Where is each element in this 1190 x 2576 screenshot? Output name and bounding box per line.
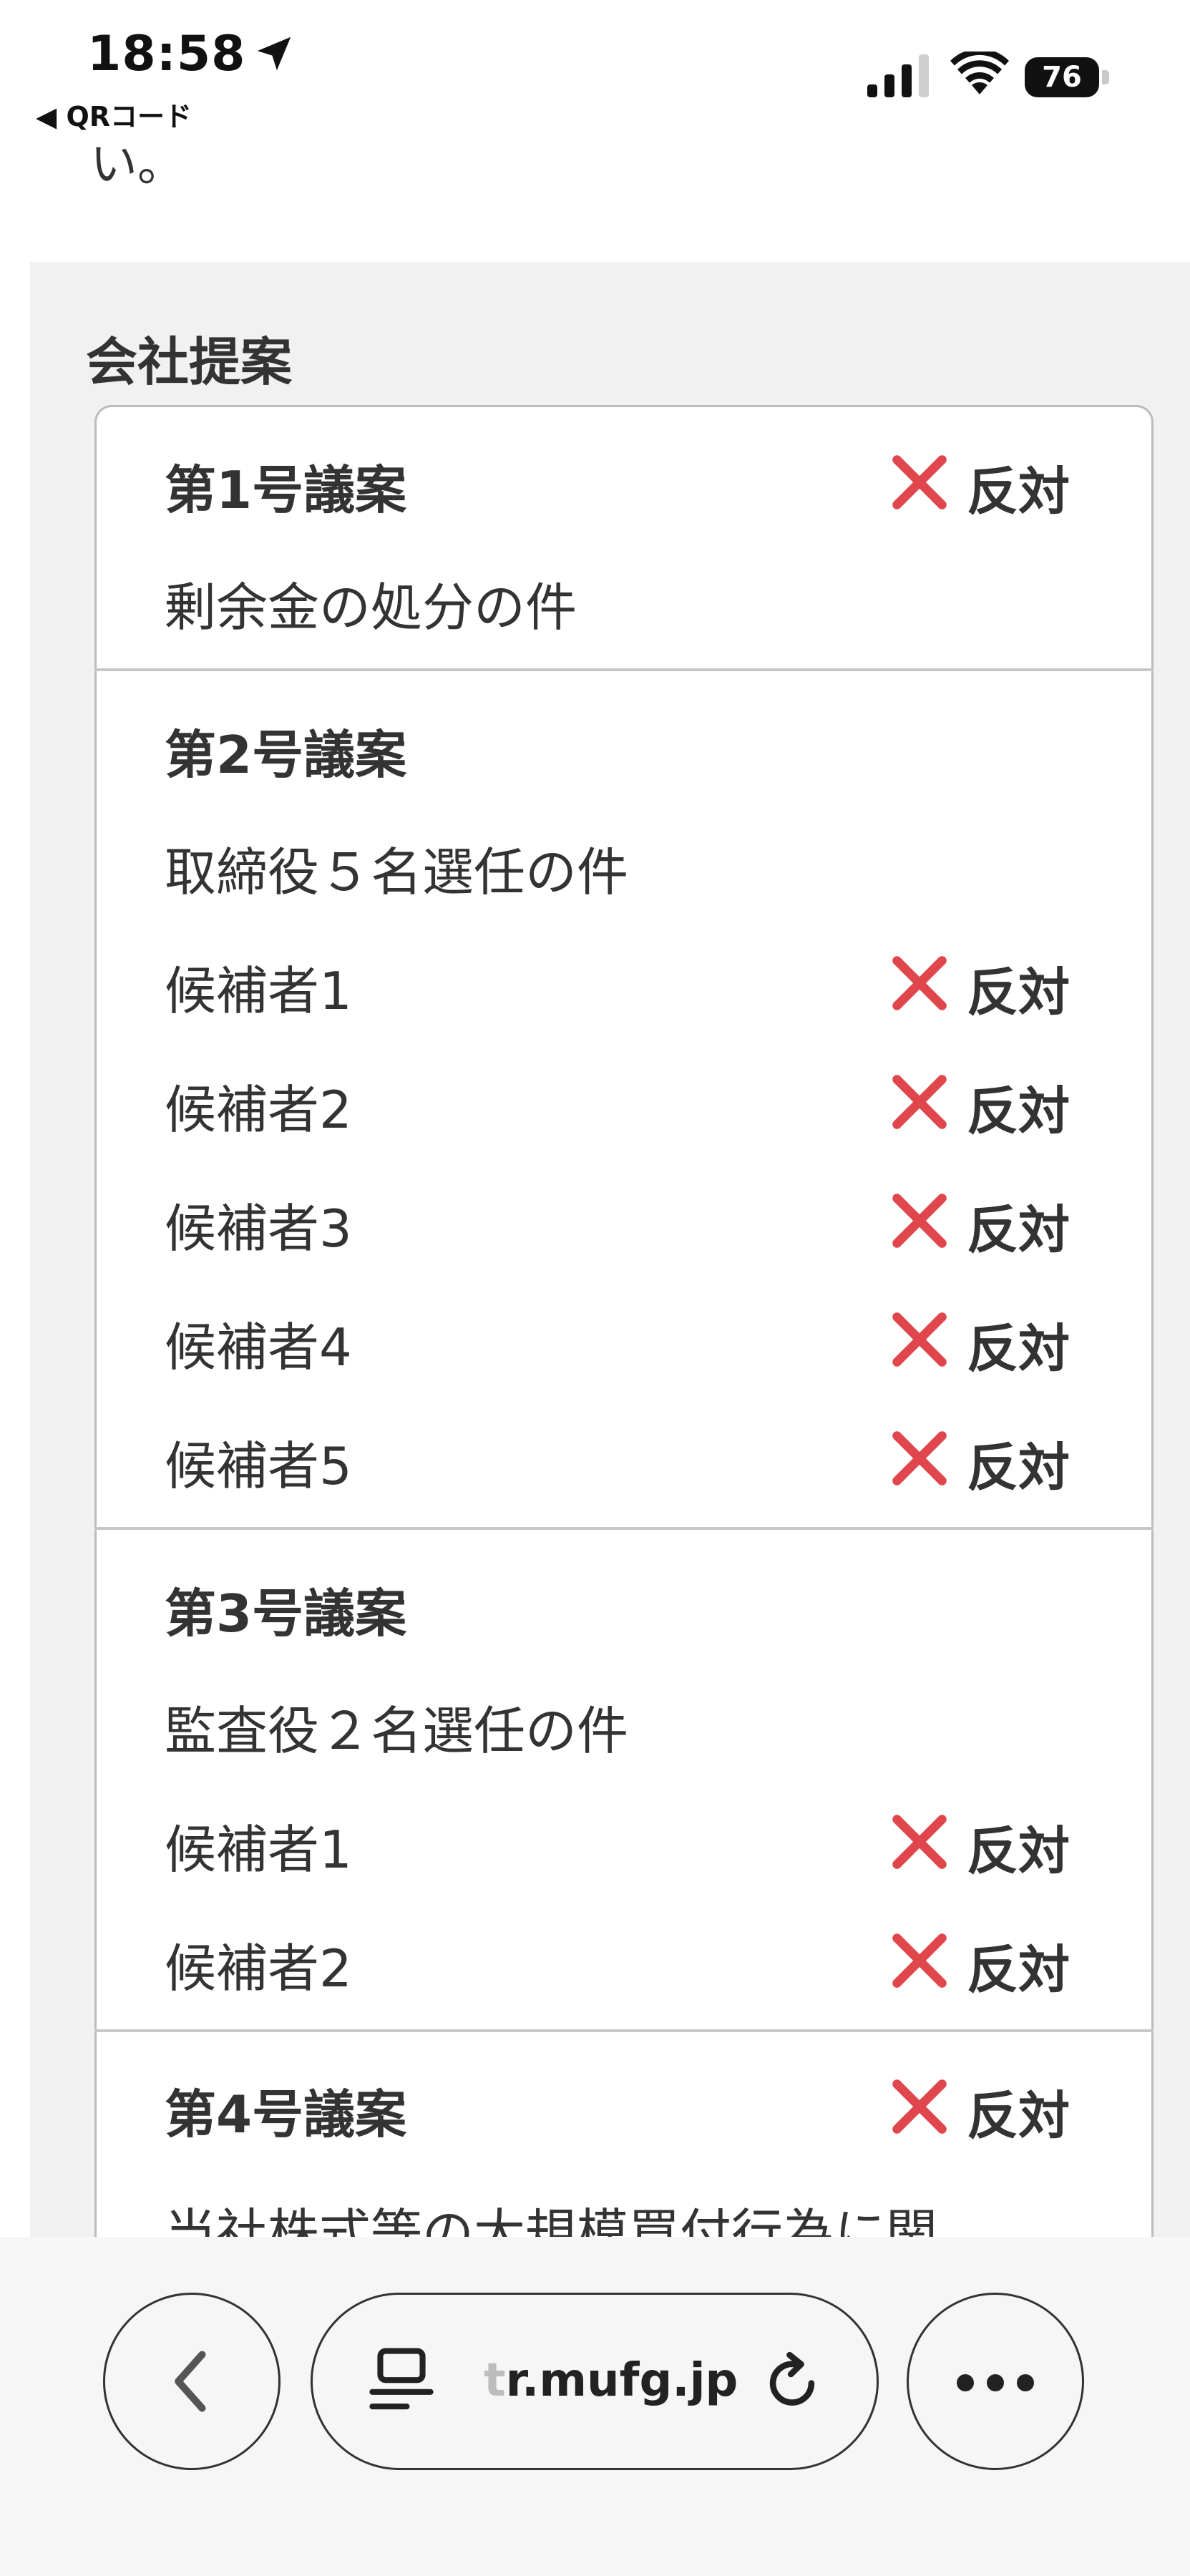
- divider: [94, 2029, 1154, 2032]
- candidate-vote[interactable]: 反対: [889, 1068, 1090, 1141]
- status-bar: 18:58 76: [0, 0, 1190, 97]
- candidate-vote[interactable]: 反対: [889, 1807, 1090, 1881]
- candidate-name: 候補者1: [165, 961, 352, 1021]
- status-time: 18:58: [87, 26, 246, 82]
- proposal-1-description: 剰余金の処分の件: [165, 577, 577, 638]
- candidate-name: 候補者2: [165, 1938, 352, 1999]
- vote-label: 反対: [967, 1940, 1070, 2000]
- reload-icon[interactable]: [761, 2348, 823, 2413]
- location-arrow-icon: [257, 36, 291, 71]
- candidate-name: 候補者4: [165, 1317, 352, 1377]
- vote-label: 反対: [967, 1821, 1070, 1881]
- wifi-icon: [950, 52, 1009, 94]
- battery-level-text: 76: [1042, 61, 1082, 94]
- candidate-name: 候補者2: [165, 1080, 352, 1140]
- vote-label: 反対: [967, 1319, 1070, 1379]
- x-mark-icon: [892, 1312, 947, 1367]
- address-url[interactable]: tr.mufg.jp: [484, 2354, 738, 2407]
- vote-label: 反対: [967, 2086, 1070, 2146]
- candidate-name: 候補者3: [165, 1199, 352, 1259]
- x-mark-icon: [892, 1075, 947, 1129]
- proposal-2-description: 取締役５名選任の件: [165, 842, 629, 902]
- vote-label: 反対: [967, 1200, 1070, 1260]
- candidate-name: 候補者5: [165, 1436, 352, 1496]
- vote-label: 反対: [967, 1081, 1070, 1141]
- cellular-signal-icon: [867, 54, 929, 97]
- candidate-vote[interactable]: 反対: [889, 949, 1090, 1023]
- address-url-domain: r.mufg.jp: [505, 2354, 738, 2407]
- proposal-3-heading: 第3号議案: [165, 1584, 407, 1644]
- candidate-name: 候補者1: [165, 1820, 352, 1880]
- divider: [94, 668, 1154, 671]
- address-url-faded: t: [484, 2354, 506, 2407]
- candidate-vote[interactable]: 反対: [889, 1186, 1090, 1260]
- battery-indicator: 76: [1025, 57, 1109, 97]
- intro-text-tail: い。: [90, 137, 185, 192]
- x-mark-icon: [892, 455, 947, 509]
- proposal-4-vote[interactable]: 反対: [889, 2072, 1090, 2146]
- candidate-vote[interactable]: 反対: [889, 1305, 1090, 1379]
- proposal-2-heading: 第2号議案: [165, 725, 407, 785]
- candidate-vote[interactable]: 反対: [889, 1424, 1090, 1498]
- section-title: 会社提案: [86, 332, 293, 392]
- x-mark-icon: [892, 1933, 947, 1988]
- proposal-3-description: 監査役２名選任の件: [165, 1701, 629, 1761]
- candidate-vote[interactable]: 反対: [889, 1926, 1090, 2000]
- page-summary-icon[interactable]: [369, 2347, 434, 2416]
- chevron-left-icon: [175, 2351, 206, 2412]
- x-mark-icon: [892, 956, 947, 1010]
- x-mark-icon: [892, 1194, 947, 1248]
- vote-label: 反対: [967, 962, 1070, 1023]
- vote-label: 反対: [967, 462, 1070, 522]
- vote-label: 反対: [967, 1438, 1070, 1498]
- page: 18:58 76 ◀ QRコード い。 会社提案 第1号議案 反対 剰余金の処分…: [0, 0, 1190, 2576]
- x-mark-icon: [892, 1815, 947, 1869]
- proposal-4-heading: 第4号議案: [165, 2084, 407, 2145]
- battery-tip: [1102, 70, 1109, 84]
- more-dots-icon: [957, 2374, 1034, 2391]
- x-mark-icon: [892, 1431, 947, 1485]
- x-mark-icon: [892, 2079, 947, 2134]
- proposal-1-vote[interactable]: 反対: [889, 448, 1090, 522]
- proposal-1-heading: 第1号議案: [165, 460, 407, 520]
- divider: [94, 1527, 1154, 1530]
